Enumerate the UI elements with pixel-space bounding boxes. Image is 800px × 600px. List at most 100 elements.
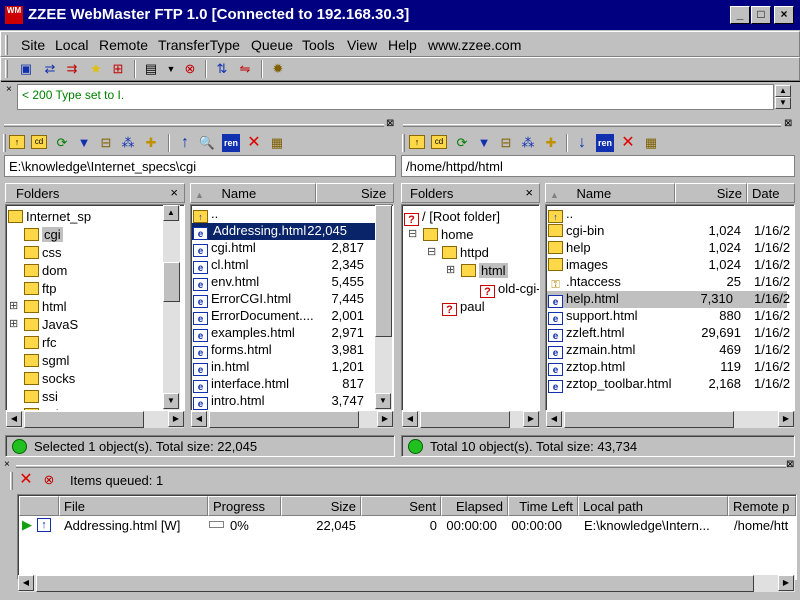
local-file-list[interactable]: ↑.. e Addressing.html 22,045 e cgi.html 2,817 e… (190, 204, 394, 411)
rename-icon[interactable]: ren (222, 134, 240, 152)
queue-pane-close-icon[interactable]: ⊠ (786, 459, 794, 470)
tree-node[interactable]: sgml (24, 353, 69, 370)
tree-node[interactable]: ⊟ httpd (427, 245, 489, 262)
collapse-icon[interactable]: ⊟ (408, 227, 417, 240)
tree-node[interactable]: ⊞ JavaS (9, 317, 78, 334)
log-scroll-down[interactable]: ▼ (775, 97, 791, 109)
new-folder-icon[interactable]: ✚ (142, 134, 160, 152)
log-close-icon[interactable]: × (4, 84, 16, 110)
remote-folder-tree[interactable]: ? / [Root folder] ⊟ home ⊟ httpd ⊞ html? old-cgi… (401, 204, 540, 411)
local-col-name[interactable]: ▲ Name (190, 183, 316, 203)
properties-icon[interactable]: ▦ (268, 134, 286, 152)
change-dir-icon[interactable]: cd (31, 135, 47, 149)
tree-node[interactable]: ⊟ home (408, 227, 474, 244)
delete-icon[interactable]: ✕ (619, 134, 637, 152)
tree-node[interactable]: ftp (24, 281, 56, 298)
menu-queue[interactable]: Queue (251, 37, 293, 53)
rename-icon[interactable]: ren (596, 134, 614, 152)
remote-pane-close-icon[interactable]: ⊠ (784, 118, 792, 129)
expand-icon[interactable]: ⊞ (9, 299, 18, 312)
local-tree-scroll-down[interactable]: ▼ (163, 393, 179, 409)
remote-col-name[interactable]: ▲ Name (545, 183, 675, 203)
delete-icon[interactable]: ✕ (245, 134, 263, 152)
file-row[interactable]: cgi-bin 1,024 1/16/2 (547, 223, 794, 240)
file-row[interactable]: e ErrorDocument.... 2,001 (192, 308, 393, 325)
remote-tree-hscroll-thumb[interactable] (420, 411, 510, 428)
remote-tree-scroll-right[interactable]: ▶ (523, 411, 539, 427)
select-all-icon[interactable]: ⁂ (519, 134, 537, 152)
local-tree-scroll-up[interactable]: ▲ (163, 205, 179, 221)
file-row[interactable]: e help.html 7,310 1/16/2 (547, 291, 790, 308)
file-row[interactable]: e cgi.html 2,817 (192, 240, 393, 257)
local-path-field[interactable]: E:\knowledge\Internet_specs\cgi (4, 155, 396, 177)
menu-remote[interactable]: Remote (99, 37, 148, 53)
filter-icon[interactable]: ▼ (475, 134, 493, 152)
download-arrow-icon[interactable]: ↓ (573, 134, 591, 152)
tree-node[interactable]: rfc (24, 335, 56, 352)
queue-toolbar-grip[interactable] (10, 472, 13, 490)
file-row[interactable]: e in.html 1,201 (192, 359, 393, 376)
local-col-size[interactable]: Size (316, 183, 394, 203)
menu-site[interactable]: Site (21, 37, 45, 53)
favorites-star-icon[interactable]: ★ (87, 60, 105, 78)
local-files-scroll-down[interactable]: ▼ (375, 393, 391, 409)
menu-grip[interactable] (5, 35, 8, 55)
expand-icon[interactable]: ⊞ (9, 317, 18, 330)
up-folder-icon[interactable]: ↑ (9, 135, 25, 149)
menu-view[interactable]: View (347, 37, 377, 53)
tree-node[interactable]: ? / [Root folder] (404, 209, 500, 226)
file-row[interactable]: e zztop.html 119 1/16/2 (547, 359, 794, 376)
remote-files-scroll-left[interactable]: ◀ (546, 411, 562, 427)
remote-folders-close-icon[interactable]: × (525, 185, 533, 200)
new-folder-icon[interactable]: ✚ (542, 134, 560, 152)
tree-node[interactable]: ⊟Internet_sp (8, 209, 91, 226)
local-toolbar-grip[interactable] (3, 134, 6, 152)
remote-files-scroll-right[interactable]: ▶ (778, 411, 794, 427)
remote-path-field[interactable]: /home/httpd/html (401, 155, 795, 177)
remote-col-date[interactable]: Date (747, 183, 795, 203)
connect-icon[interactable]: ▣ (17, 60, 35, 78)
local-files-hscroll-thumb[interactable] (209, 411, 359, 428)
tree-node[interactable]: ⊞ html (9, 299, 67, 316)
tree-node[interactable]: dom (24, 263, 67, 280)
remote-toolbar-grip[interactable] (402, 134, 405, 152)
file-row[interactable]: e intro.html 3,747 (192, 393, 393, 410)
menu-tools[interactable]: Tools (302, 37, 335, 53)
select-all-icon[interactable]: ⁂ (119, 134, 137, 152)
queue-col-sent[interactable]: Sent (361, 496, 441, 516)
queue-close-icon[interactable]: × (4, 459, 10, 470)
gear-icon[interactable]: ✹ (269, 60, 287, 78)
queue-col-local-path[interactable]: Local path (578, 496, 728, 516)
sync-icon[interactable]: ⇅ (213, 60, 231, 78)
close-button[interactable]: × (774, 6, 794, 24)
tree-node[interactable]: css (24, 245, 62, 262)
view-file-icon[interactable]: 🔍 (198, 134, 216, 152)
site-manager-icon[interactable]: ⊞ (109, 60, 127, 78)
tree-node[interactable]: cgi (24, 227, 63, 244)
file-row[interactable]: e interface.html 817 (192, 376, 393, 393)
queue-col-time-left[interactable]: Time Left (508, 496, 578, 516)
disconnect-icon[interactable]: ⇉ (63, 60, 81, 78)
minimize-button[interactable]: _ (730, 6, 750, 24)
compare-icon[interactable]: ⇋ (236, 60, 254, 78)
collapse-icon[interactable]: ⊟ (427, 245, 436, 258)
remote-file-list[interactable]: ↑.. cgi-bin 1,024 1/16/2 help 1,024 1/16/2 imag… (545, 204, 795, 411)
file-row[interactable]: e zzleft.html 29,691 1/16/2 (547, 325, 794, 342)
tree-node[interactable]: ssi (24, 389, 58, 406)
queue-splitter[interactable]: × ⊠ (0, 459, 800, 470)
stop-transfer-icon[interactable]: ⊗ (181, 60, 199, 78)
refresh-icon[interactable]: ⟳ (53, 134, 71, 152)
local-folders-close-icon[interactable]: × (170, 185, 178, 200)
tree-node[interactable]: socks (24, 371, 75, 388)
remote-files-hscroll-thumb[interactable] (564, 411, 734, 428)
file-row[interactable]: ↑.. (547, 206, 794, 223)
queue-col-file[interactable]: File (59, 496, 208, 516)
file-row[interactable]: e support.html 880 1/16/2 (547, 308, 794, 325)
stop-queue-icon[interactable]: ⊗ (40, 471, 58, 489)
tree-node[interactable]: ?old-cgi-bi (480, 281, 539, 298)
expand-icon[interactable]: ⊞ (446, 263, 455, 276)
file-row[interactable]: images 1,024 1/16/2 (547, 257, 794, 274)
pane-splitter[interactable]: ⊠ ⊠ (0, 118, 800, 130)
maximize-button[interactable]: □ (751, 6, 771, 24)
up-folder-icon[interactable]: ↑ (409, 135, 425, 149)
